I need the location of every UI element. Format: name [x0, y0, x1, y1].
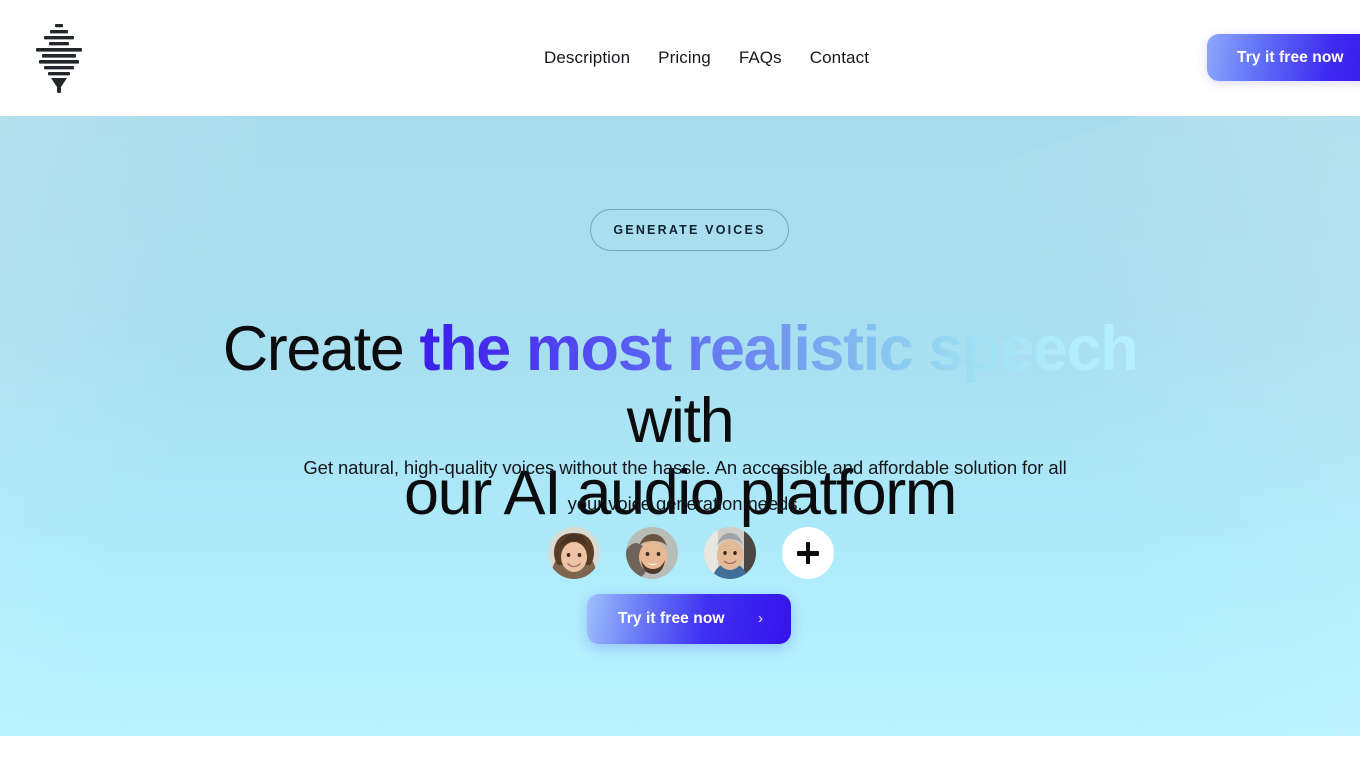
nav-link-faqs[interactable]: FAQs	[739, 45, 782, 71]
site-header: Description Pricing FAQs Contact Try it …	[0, 0, 1360, 116]
headline-part-1: Create	[222, 314, 420, 385]
avatar-man-grey-hair	[704, 527, 756, 579]
headline-gradient-text: the most realistic speech	[419, 314, 1138, 385]
nav-link-description[interactable]: Description	[544, 45, 630, 71]
chevron-right-icon: ›	[758, 610, 763, 627]
hero-subtitle: Get natural, high-quality voices without…	[303, 456, 1067, 514]
landing-page: Description Pricing FAQs Contact Try it …	[0, 0, 1360, 764]
avatar-group	[548, 524, 834, 582]
headline-part-2: with	[626, 386, 735, 457]
avatar-man-beard	[626, 527, 678, 579]
header-try-free-button[interactable]: Try it free now	[1207, 34, 1360, 81]
nav-link-contact[interactable]: Contact	[810, 45, 869, 71]
nav-link-pricing[interactable]: Pricing	[658, 45, 711, 71]
waveform-logo[interactable]	[30, 21, 88, 95]
hero-try-free-button[interactable]: Try it free now ›	[587, 594, 791, 644]
add-avatar-plus-icon[interactable]	[782, 527, 834, 579]
hero-section: GENERATE VOICES Create the most realisti…	[0, 116, 1360, 736]
avatar-woman-brown-hair	[548, 527, 600, 579]
main-navigation: Description Pricing FAQs Contact	[544, 45, 869, 71]
page-body-below-hero	[0, 736, 1360, 764]
hero-cta-label: Try it free now	[618, 610, 725, 627]
hero-content: GENERATE VOICES Create the most realisti…	[0, 116, 1360, 736]
generate-voices-badge[interactable]: GENERATE VOICES	[590, 209, 789, 251]
